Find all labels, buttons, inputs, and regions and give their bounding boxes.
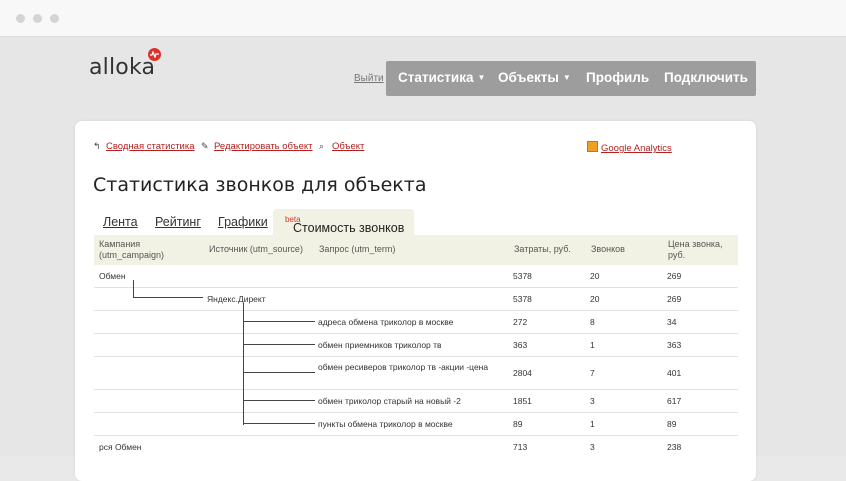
cell-term: обмен ресиверов триколор тв -акции -цена	[318, 362, 489, 372]
tab-cost-label: Стоимость звонков beta	[283, 215, 404, 235]
caret-down-icon: ▼	[477, 73, 486, 82]
cell-cost: 5378	[513, 294, 532, 304]
cell-cost: 363	[513, 340, 528, 350]
col-campaign: Кампания (utm_campaign)	[99, 239, 165, 260]
cell-cost: 272	[513, 317, 528, 327]
edit-link-label: Редактировать объект	[214, 141, 313, 152]
nav-label: Статистика	[398, 70, 474, 85]
table-row: обмен приемников триколор тв 363 1 363	[94, 334, 738, 357]
cell-term: обмен триколор старый на новый -2	[318, 396, 461, 406]
cell-calls: 7	[590, 368, 595, 378]
object-link-label: Объект	[332, 141, 365, 152]
tree-line	[243, 344, 315, 345]
cell-campaign: Обмен	[99, 271, 126, 281]
cell-calls: 1	[590, 340, 595, 350]
window-dot-icon	[50, 14, 59, 23]
cell-calls: 3	[590, 442, 595, 452]
cell-calls: 20	[590, 271, 600, 281]
cell-price: 269	[667, 271, 682, 281]
col-price: Цена звонка, руб.	[668, 239, 723, 260]
cell-calls: 20	[590, 294, 600, 304]
cell-price: 34	[667, 317, 677, 327]
cell-cost: 89	[513, 419, 523, 429]
nav-connect[interactable]: Подключить	[664, 70, 748, 85]
table-row: рся Обмен 713 3 238	[94, 436, 738, 460]
tab-charts[interactable]: Графики	[218, 215, 268, 229]
tree-line	[243, 423, 315, 424]
table-row: адреса обмена триколор в москве 272 8 34	[94, 311, 738, 334]
caret-down-icon: ▼	[562, 73, 571, 82]
cell-term: обмен приемников триколор тв	[318, 340, 442, 350]
col-cost: Затраты, руб.	[514, 244, 571, 254]
cell-term: пункты обмена триколор в москве	[318, 419, 453, 429]
page-title: Статистика звонков для объекта	[93, 174, 427, 196]
cell-cost: 1851	[513, 396, 532, 406]
tab-rating[interactable]: Рейтинг	[155, 215, 201, 229]
tab-cost[interactable]: Стоимость звонков beta	[273, 209, 414, 235]
tree-line	[133, 297, 203, 298]
nav-label: Объекты	[498, 70, 559, 85]
magnifier-icon: ⌕	[319, 141, 325, 151]
cell-calls: 8	[590, 317, 595, 327]
col-term: Запрос (utm_term)	[319, 244, 396, 254]
tab-feed[interactable]: Лента	[103, 215, 138, 229]
table-row: Обмен 5378 20 269	[94, 265, 738, 288]
cell-calls: 3	[590, 396, 595, 406]
cell-calls: 1	[590, 419, 595, 429]
cell-price: 363	[667, 340, 682, 350]
cell-cost: 2804	[513, 368, 532, 378]
cell-price: 89	[667, 419, 677, 429]
summary-link[interactable]: ↰ Сводная статистика	[93, 141, 195, 152]
tree-line	[243, 400, 315, 401]
col-calls: Звонков	[591, 244, 625, 254]
cell-source: Яндекс.Директ	[207, 294, 266, 304]
content-card: ↰ Сводная статистика ✎ Редактировать объек…	[75, 121, 756, 481]
main-nav: Статистика ▼ Объекты ▼ Профиль Подключить	[386, 61, 756, 96]
cell-price: 401	[667, 368, 682, 378]
pencil-icon: ✎	[201, 141, 209, 151]
table-header: Кампания (utm_campaign) Источник (utm_so…	[94, 235, 738, 265]
object-link[interactable]: ⌕ Объект	[319, 141, 364, 152]
logout-link[interactable]: Выйти	[354, 73, 384, 84]
logo-pulse-icon	[148, 48, 161, 61]
window-dot-icon	[16, 14, 25, 23]
cell-cost: 713	[513, 442, 528, 452]
browser-chrome	[0, 0, 846, 37]
cell-cost: 5378	[513, 271, 532, 281]
cell-term: адреса обмена триколор в москве	[318, 317, 454, 327]
nav-statistics[interactable]: Статистика ▼	[398, 70, 485, 85]
table-row: пункты обмена триколор в москве 89 1 89	[94, 413, 738, 436]
window-dot-icon	[33, 14, 42, 23]
ga-link-label: Google Analytics	[601, 143, 672, 154]
summary-link-label: Сводная статистика	[106, 141, 195, 152]
nav-profile[interactable]: Профиль	[586, 70, 649, 85]
table-row: Яндекс.Директ 5378 20 269	[94, 288, 738, 311]
page: alloka Выйти Статистика ▼ Объекты ▼ Профил…	[0, 37, 846, 481]
tree-line	[243, 372, 315, 373]
edit-object-link[interactable]: ✎ Редактировать объект	[201, 141, 313, 152]
tree-line	[243, 321, 315, 322]
nav-label: Профиль	[586, 70, 650, 85]
google-analytics-icon	[587, 141, 598, 152]
back-arrow-icon: ↰	[93, 141, 101, 151]
cell-price: 269	[667, 294, 682, 304]
tree-line	[133, 280, 134, 297]
table-row: обмен ресиверов триколор тв -акции -цена…	[94, 357, 738, 390]
col-source: Источник (utm_source)	[209, 244, 303, 254]
nav-objects[interactable]: Объекты ▼	[498, 70, 571, 85]
google-analytics-link[interactable]: Google Analytics	[587, 141, 672, 154]
table-row: обмен триколор старый на новый -2 1851 3…	[94, 390, 738, 413]
tab-cost-text: Стоимость звонков	[293, 221, 405, 235]
nav-label: Подключить	[664, 70, 748, 85]
cell-price: 238	[667, 442, 682, 452]
cell-campaign: рся Обмен	[99, 442, 142, 452]
logo[interactable]: alloka	[89, 55, 155, 80]
cell-price: 617	[667, 396, 682, 406]
